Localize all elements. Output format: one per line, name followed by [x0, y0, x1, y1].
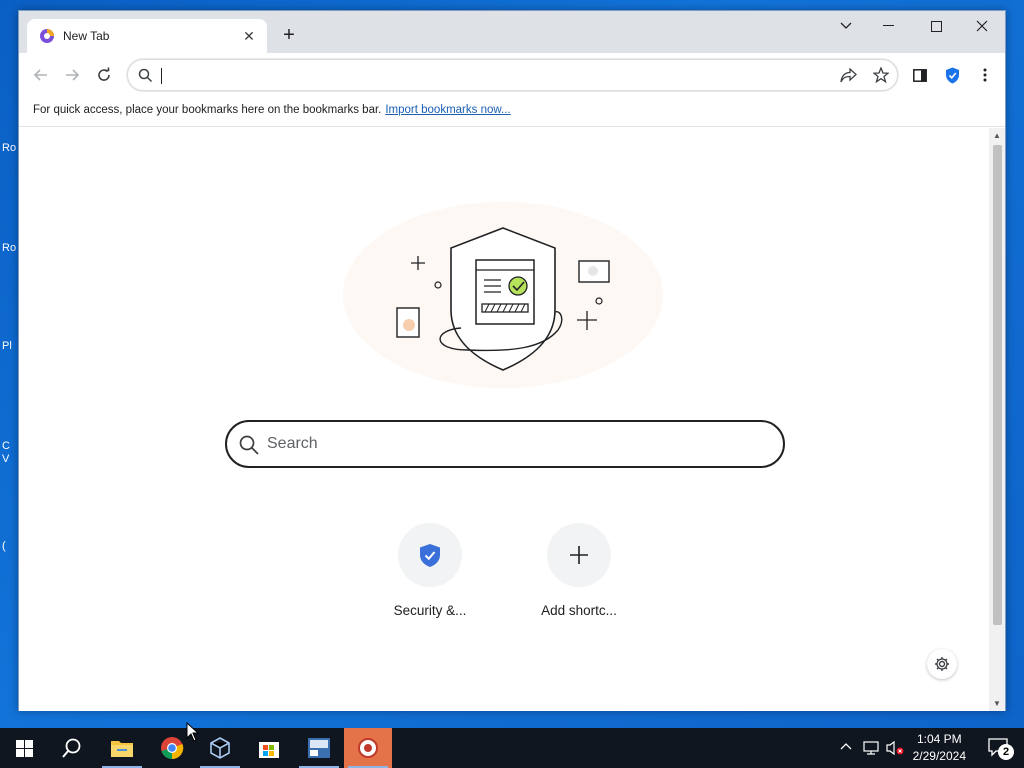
- customize-button[interactable]: [927, 649, 957, 679]
- desktop-icon-label[interactable]: Pl: [2, 340, 18, 353]
- browser-app-icon: [358, 738, 378, 758]
- system-clock[interactable]: 1:04 PM 2/29/2024: [913, 731, 966, 765]
- tab-title: New Tab: [63, 29, 110, 43]
- address-bar[interactable]: [127, 59, 898, 91]
- search-placeholder: Search: [267, 435, 318, 452]
- back-arrow-icon: [33, 69, 47, 81]
- close-icon: [976, 20, 988, 32]
- plus-icon: [570, 546, 588, 564]
- maximize-icon: [930, 20, 942, 32]
- more-vertical-icon: [983, 68, 987, 82]
- desktop-icons-strip: Ro Ro Pl C V (: [0, 130, 18, 610]
- notification-center-button[interactable]: 2: [986, 734, 1016, 762]
- shortcut-label: Security &...: [393, 603, 467, 618]
- close-window-button[interactable]: [959, 11, 1005, 41]
- back-button[interactable]: [29, 63, 53, 87]
- share-icon[interactable]: [840, 68, 857, 83]
- vertical-scrollbar[interactable]: ▲ ▼: [989, 128, 1005, 711]
- taskbar-file-explorer[interactable]: [98, 728, 146, 768]
- app-icon: [308, 738, 330, 758]
- ntp-search-box[interactable]: Search: [225, 420, 785, 468]
- search-icon: [239, 435, 259, 455]
- shield-check-icon: [420, 543, 440, 567]
- toolbar: [19, 53, 1005, 97]
- taskbar-search-button[interactable]: [48, 728, 96, 768]
- new-tab-button[interactable]: +: [277, 24, 301, 48]
- menu-button[interactable]: [973, 63, 997, 87]
- clock-time: 1:04 PM: [916, 732, 962, 746]
- chevron-up-icon[interactable]: [840, 742, 852, 750]
- security-shield-illustration: [343, 202, 663, 388]
- desktop-icon-label[interactable]: Ro: [2, 142, 18, 155]
- shortcut-label: Add shortc...: [541, 603, 617, 618]
- browser-window: New Tab ✕ + For quick access, place your…: [18, 10, 1006, 711]
- add-shortcut-tile[interactable]: Add shortc...: [523, 523, 635, 618]
- close-tab-icon[interactable]: ✕: [241, 28, 257, 45]
- reload-icon: [98, 67, 110, 81]
- search-icon: [62, 738, 81, 758]
- shield-icon: [945, 67, 959, 83]
- scroll-up-arrow[interactable]: ▲: [993, 131, 1001, 140]
- taskbar-store[interactable]: [245, 728, 293, 768]
- new-tab-page: Search Security &... Add shortc...: [19, 128, 1005, 711]
- forward-button[interactable]: [60, 63, 84, 87]
- scroll-down-arrow[interactable]: ▼: [993, 699, 1001, 708]
- import-bookmarks-link[interactable]: Import bookmarks now...: [385, 104, 510, 116]
- taskbar-browser-app[interactable]: [344, 728, 392, 768]
- tab-new-tab[interactable]: New Tab ✕: [27, 19, 267, 53]
- chevron-down-icon: [840, 22, 852, 29]
- desktop-icon-label[interactable]: Ro: [2, 242, 18, 255]
- bookmarks-hint-text: For quick access, place your bookmarks h…: [33, 104, 382, 116]
- clock-date: 2/29/2024: [912, 749, 966, 763]
- minimize-button[interactable]: [865, 11, 911, 41]
- extension-button[interactable]: [940, 63, 964, 87]
- chrome-icon: [161, 737, 184, 760]
- desktop-icon-label[interactable]: (: [2, 540, 18, 553]
- notification-count-badge: 2: [998, 744, 1014, 760]
- windows-start-icon: [15, 739, 33, 757]
- reload-button[interactable]: [92, 63, 116, 87]
- browser-logo-icon: [40, 29, 54, 43]
- side-panel-icon: [913, 68, 927, 82]
- file-explorer-icon: [111, 741, 133, 757]
- maximize-button[interactable]: [913, 11, 959, 41]
- store-icon: [259, 742, 279, 758]
- taskbar-app[interactable]: [295, 728, 343, 768]
- tab-search-button[interactable]: [823, 11, 869, 41]
- taskbar-virtualbox[interactable]: [196, 728, 244, 768]
- taskbar: 1:04 PM 2/29/2024 2: [0, 728, 1024, 768]
- volume-muted-icon[interactable]: [886, 740, 904, 756]
- gear-icon: [935, 657, 949, 671]
- side-panel-button[interactable]: [908, 63, 932, 87]
- shortcut-tile[interactable]: Security &...: [374, 523, 486, 618]
- text-caret: [161, 68, 162, 84]
- mouse-cursor-icon: [186, 722, 200, 742]
- forward-arrow-icon: [66, 69, 80, 81]
- search-icon: [138, 68, 153, 83]
- start-button[interactable]: [0, 728, 48, 768]
- tab-strip: New Tab ✕ +: [19, 11, 1005, 53]
- shortcut-icon-circle: [398, 523, 462, 587]
- shortcut-icon-circle: [547, 523, 611, 587]
- minimize-icon: [882, 25, 894, 26]
- desktop-icon-label[interactable]: C V: [2, 440, 14, 466]
- star-icon[interactable]: [873, 67, 889, 83]
- virtualbox-icon: [210, 737, 230, 759]
- network-icon[interactable]: [863, 740, 879, 756]
- bookmarks-bar: For quick access, place your bookmarks h…: [19, 97, 1005, 127]
- scrollbar-thumb[interactable]: [993, 145, 1002, 625]
